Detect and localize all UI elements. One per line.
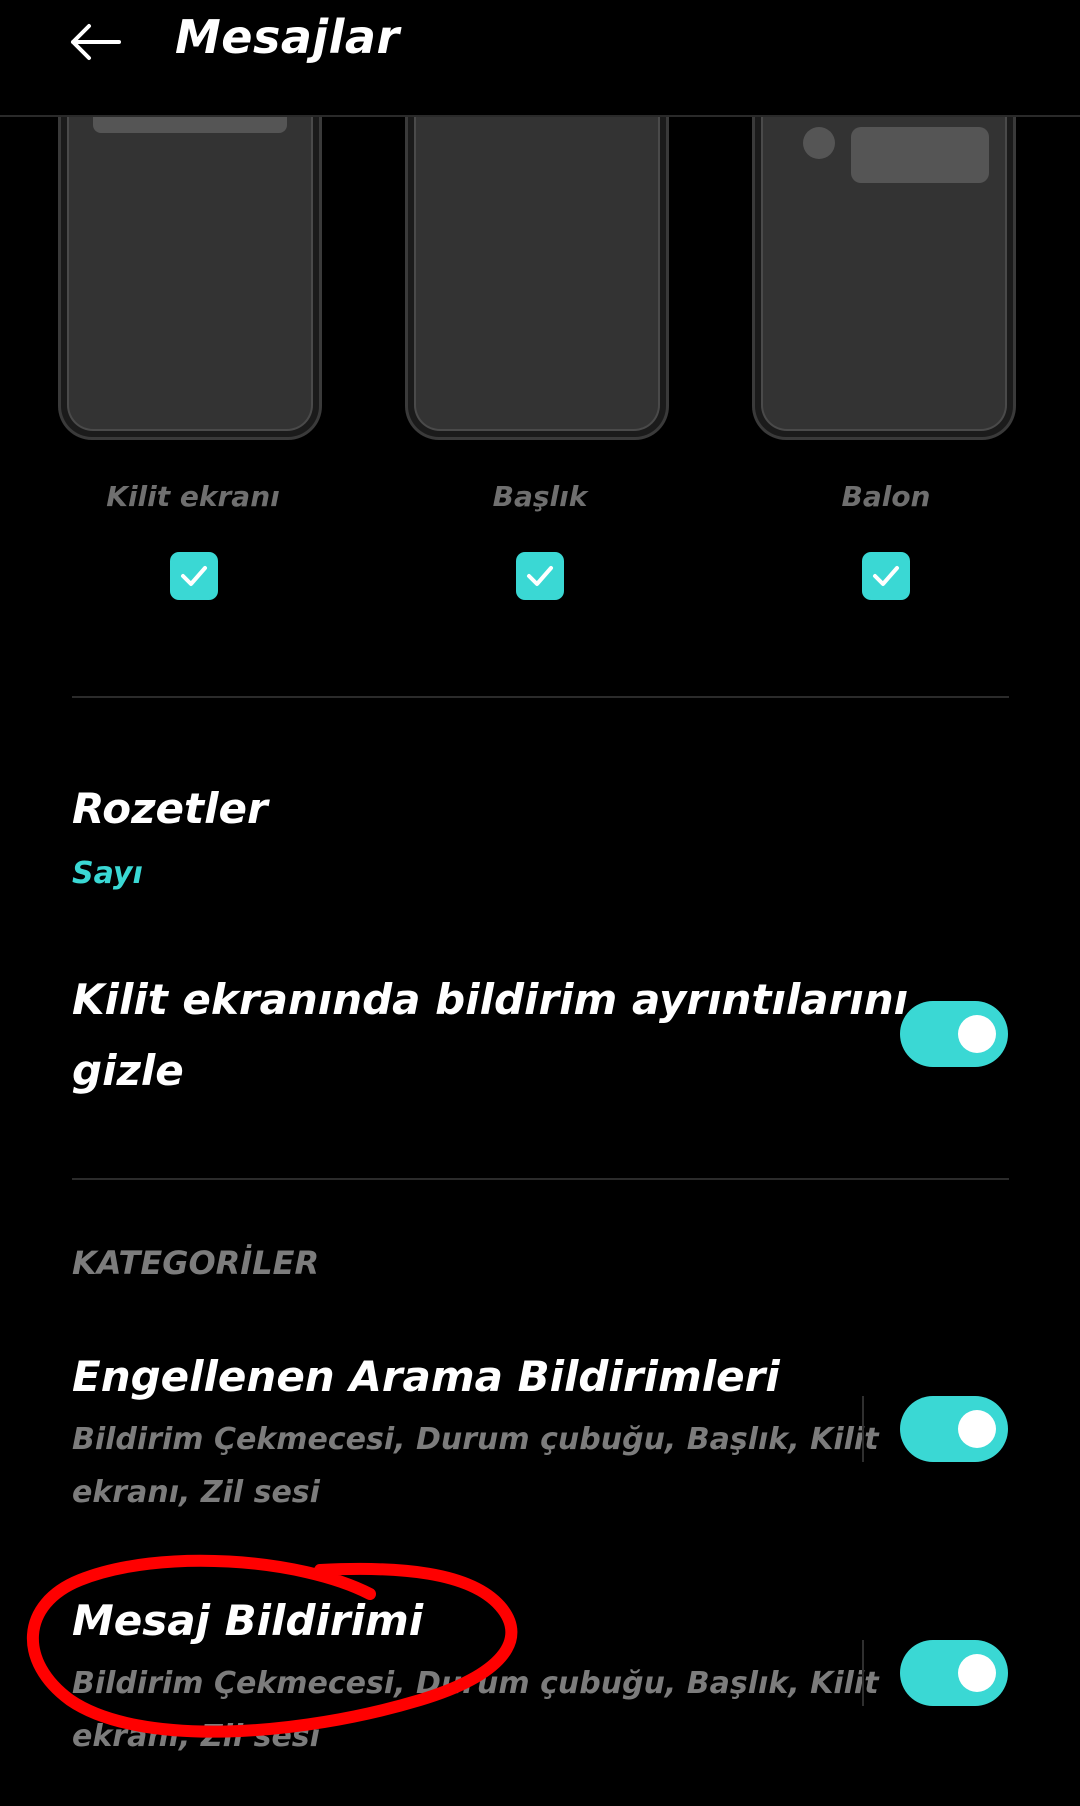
- toggle-knob: [958, 1654, 996, 1692]
- divider: [72, 696, 1009, 698]
- notification-style-previews: [0, 115, 1080, 445]
- categories-header: KATEGORİLER: [72, 1244, 320, 1282]
- back-button[interactable]: [60, 12, 130, 72]
- badges-title: Rozetler: [72, 784, 268, 833]
- category-title: Mesaj Bildirimi: [72, 1596, 424, 1645]
- category-subtitle-line2: ekranı, Zil sesi: [72, 1719, 320, 1754]
- preview-bubble-dot: [803, 127, 835, 159]
- hide-details-title-line1: Kilit ekranında bildirim ayrıntılarını: [72, 975, 909, 1024]
- message-notification-toggle[interactable]: [900, 1640, 1008, 1706]
- app-bar: Mesajlar: [0, 0, 1080, 117]
- bubble-preview[interactable]: [752, 115, 1016, 440]
- divider: [72, 1178, 1009, 1180]
- preview-bubble-box: [851, 127, 989, 183]
- arrow-left-icon: [71, 24, 121, 60]
- preview-label-banner: Başlık: [492, 480, 588, 513]
- category-subtitle-line1: Bildirim Çekmecesi, Durum çubuğu, Başlık…: [72, 1666, 879, 1701]
- hide-details-title-line2: gizle: [72, 1046, 184, 1095]
- vertical-separator: [862, 1640, 864, 1706]
- checkmark-icon: [527, 566, 553, 586]
- category-title: Engellenen Arama Bildirimleri: [72, 1352, 780, 1401]
- preview-notification-bar: [93, 115, 287, 133]
- hide-details-toggle[interactable]: [900, 1001, 1008, 1067]
- toggle-knob: [958, 1015, 996, 1053]
- banner-preview[interactable]: [405, 115, 669, 440]
- vertical-separator: [862, 1396, 864, 1462]
- checkmark-icon: [181, 566, 207, 586]
- preview-label-lock-screen: Kilit ekranı: [106, 480, 280, 513]
- category-subtitle-line2: ekranı, Zil sesi: [72, 1475, 320, 1510]
- blocked-calls-toggle[interactable]: [900, 1396, 1008, 1462]
- lock-screen-preview[interactable]: [58, 115, 322, 440]
- checkmark-icon: [873, 566, 899, 586]
- badges-value: Sayı: [72, 856, 143, 891]
- toggle-knob: [958, 1410, 996, 1448]
- category-subtitle-line1: Bildirim Çekmecesi, Durum çubuğu, Başlık…: [72, 1422, 879, 1457]
- preview-label-bubble: Balon: [841, 480, 931, 513]
- page-title: Mesajlar: [175, 10, 400, 64]
- banner-checkbox[interactable]: [516, 552, 564, 600]
- bubble-checkbox[interactable]: [862, 552, 910, 600]
- lock-screen-checkbox[interactable]: [170, 552, 218, 600]
